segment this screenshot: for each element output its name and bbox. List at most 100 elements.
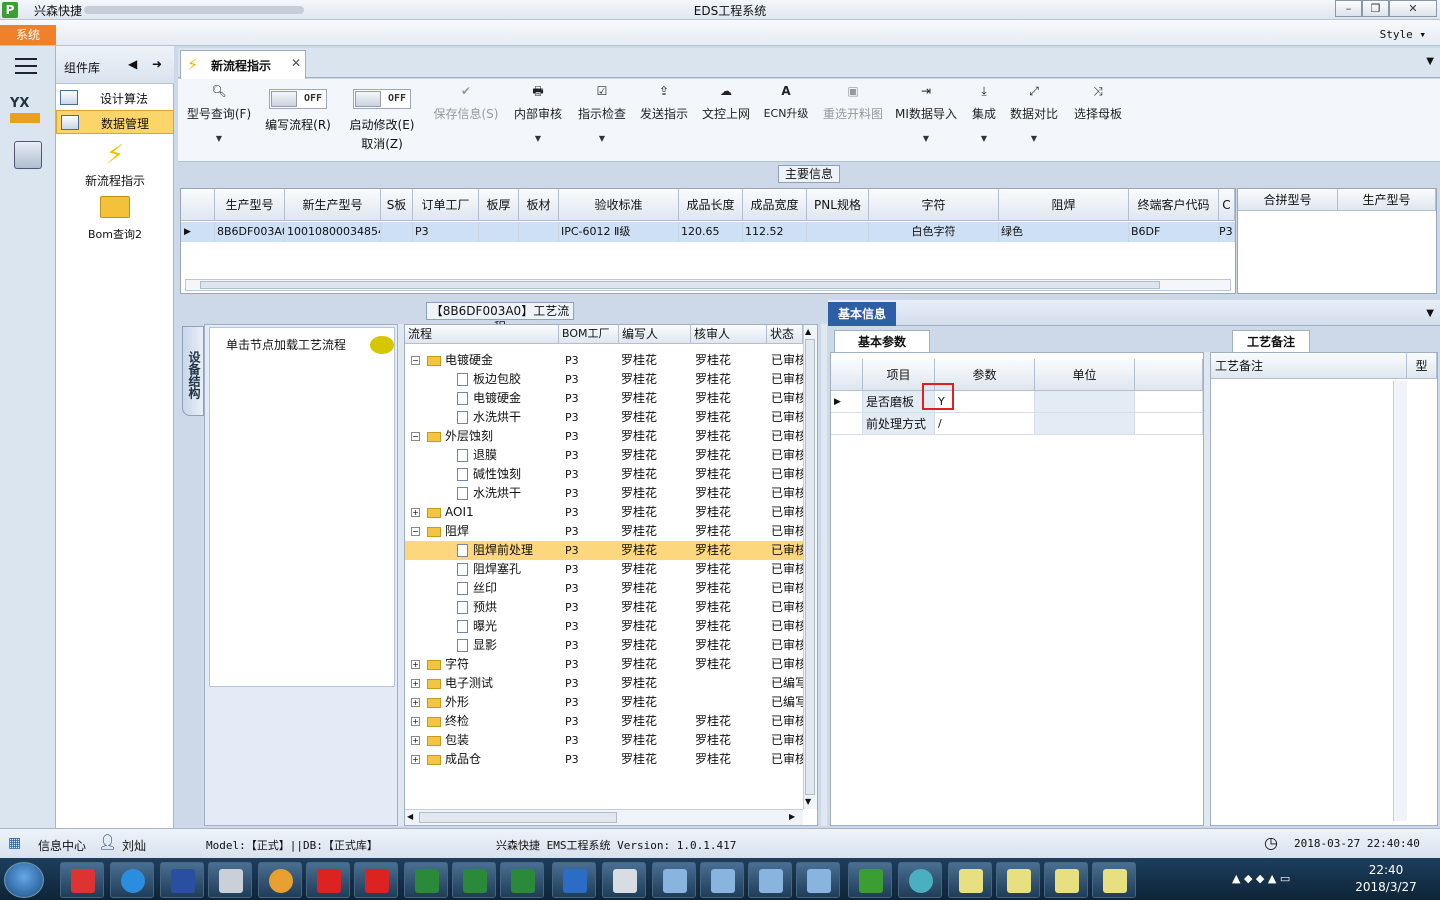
tree-row[interactable]: 碱性蚀刻 P3 罗桂花 罗桂花 已审核 [405, 465, 803, 484]
tree-row[interactable]: + 成品仓 P3 罗桂花 罗桂花 已审核 [405, 750, 803, 769]
column-header[interactable]: C [1219, 189, 1235, 221]
tree-row[interactable]: 退膜 P3 罗桂花 罗桂花 已审核 [405, 446, 803, 465]
taskbar-eds-icon[interactable] [848, 862, 892, 898]
tree-node-name[interactable]: 电子测试 [427, 674, 493, 693]
scroll-left-icon[interactable]: ◀ [407, 812, 413, 821]
grid-cell[interactable] [381, 222, 413, 242]
row-selector[interactable] [831, 413, 863, 435]
tree-node-name[interactable]: 终检 [427, 712, 469, 731]
factory-icon[interactable]: YX [10, 96, 44, 126]
tree-node-name[interactable]: 预烘 [457, 598, 497, 617]
note-column-header[interactable]: 工艺备注 [1211, 353, 1407, 379]
grid-cell[interactable]: IPC-6012 Ⅱ级 [559, 222, 679, 242]
windows-grid-icon[interactable]: ▦ [8, 835, 21, 851]
taskbar-excel-icon[interactable] [404, 862, 448, 898]
param-unit-cell[interactable] [1035, 391, 1135, 413]
tree-row[interactable]: − 电镀硬金 P3 罗桂花 罗桂花 已审核 [405, 351, 803, 370]
taskbar-f-app-icon[interactable] [552, 862, 596, 898]
integrate-button[interactable]: ⤓ 集成 ▼ [966, 83, 1002, 143]
taskbar-pdf-icon[interactable] [354, 862, 398, 898]
panel-dropdown-icon[interactable]: ▼ [1426, 308, 1434, 319]
tree-node-name[interactable]: 阻焊塞孔 [457, 560, 521, 579]
tree-node-name[interactable]: 外层蚀刻 [427, 427, 493, 446]
tree-row[interactable]: 显影 P3 罗桂花 罗桂花 已审核 [405, 636, 803, 655]
collapse-node-icon[interactable]: − [411, 527, 420, 536]
info-center-link[interactable]: 信息中心 [38, 837, 86, 854]
doc-upload-button[interactable]: ☁ 文控上网 [698, 83, 754, 122]
grid-cell[interactable]: P3 [413, 222, 479, 242]
cancel-label[interactable]: 取消(Z) [344, 135, 420, 152]
expand-node-icon[interactable]: + [411, 717, 420, 726]
tree-row[interactable]: + 字符 P3 罗桂花 罗桂花 已审核 [405, 655, 803, 674]
row-pointer-icon[interactable]: ▶ [831, 391, 863, 413]
chevron-down-icon[interactable]: ▼ [574, 134, 630, 143]
expand-node-icon[interactable]: + [411, 736, 420, 745]
select-mother-button[interactable]: ⤨ 选择母板 [1070, 83, 1126, 122]
tree-row[interactable]: + 外形 P3 罗桂花 已编写 [405, 693, 803, 712]
expand-node-icon[interactable]: + [411, 679, 420, 688]
save-info-button[interactable]: ✔ 保存信息(S) [430, 83, 502, 122]
taskbar-excel-x-icon[interactable] [1092, 862, 1136, 898]
tree-row[interactable]: 阻焊塞孔 P3 罗桂花 罗桂花 已审核 [405, 560, 803, 579]
tree-node-name[interactable]: 电镀硬金 [457, 389, 521, 408]
scroll-up-icon[interactable]: ▲ [805, 327, 811, 336]
tree-row[interactable]: 预烘 P3 罗桂花 罗桂花 已审核 [405, 598, 803, 617]
column-header[interactable]: PNL规格 [807, 189, 869, 221]
expand-node-icon[interactable]: + [411, 660, 420, 669]
collapse-node-icon[interactable]: − [411, 356, 420, 365]
grid-cell[interactable]: P3 [1219, 222, 1235, 242]
tree-row[interactable]: 水洗烘干 P3 罗桂花 罗桂花 已审核 [405, 484, 803, 503]
tree-node-name[interactable]: AOI1 [427, 503, 474, 522]
chevron-down-icon[interactable]: ▼ [510, 134, 566, 143]
tree-column-header[interactable]: 编写人 [619, 325, 691, 344]
param-unit-cell[interactable] [1035, 413, 1135, 435]
chevron-down-icon[interactable]: ▼ [966, 134, 1002, 143]
send-indicate-button[interactable]: ⇪ 发送指示 [636, 83, 692, 122]
collapse-node-icon[interactable]: − [411, 432, 420, 441]
chevron-down-icon[interactable]: ▼ [184, 134, 254, 143]
tree-column-header[interactable]: 核审人 [691, 325, 767, 344]
close-button[interactable]: ✕ [1389, 0, 1437, 17]
taskbar-clock[interactable]: 22:40 2018/3/27 [1346, 862, 1426, 896]
column-header[interactable]: 成品长度 [679, 189, 743, 221]
component-bom-query2[interactable]: Bom查询2 [56, 196, 174, 242]
grid-cell[interactable] [519, 222, 559, 242]
taskbar-scanner-icon[interactable] [208, 862, 252, 898]
chevron-down-icon[interactable]: ▼ [894, 134, 958, 143]
start-modify-toggle[interactable]: OFF [353, 89, 411, 109]
tree-node-name[interactable]: 成品仓 [427, 750, 481, 769]
tree-row[interactable]: + 电子测试 P3 罗桂花 已编写 [405, 674, 803, 693]
taskbar-window-icon[interactable] [748, 862, 792, 898]
maximize-button[interactable]: ❐ [1362, 0, 1389, 17]
taskbar-shell-icon[interactable] [258, 862, 302, 898]
column-header[interactable]: 验收标准 [559, 189, 679, 221]
internal-review-button[interactable]: 🖶 内部审核 ▼ [510, 83, 566, 143]
grid-cell[interactable]: 120.65 [679, 222, 743, 242]
scroll-down-icon[interactable]: ▼ [805, 797, 811, 806]
column-header[interactable]: 成品宽度 [743, 189, 807, 221]
tab-process-notes[interactable]: 工艺备注 [1232, 330, 1310, 352]
component-item-data-management[interactable]: 数据管理 [56, 110, 174, 134]
column-header[interactable]: 订单工厂 [413, 189, 479, 221]
tab-base-params[interactable]: 基本参数 [834, 330, 930, 352]
tree-row[interactable]: + 终检 P3 罗桂花 罗桂花 已审核 [405, 712, 803, 731]
tab-base-info[interactable]: 基本信息 [828, 302, 896, 326]
tree-row[interactable]: − 外层蚀刻 P3 罗桂花 罗桂花 已审核 [405, 427, 803, 446]
collapse-left-icon[interactable]: ◀ [128, 57, 137, 71]
tree-node-name[interactable]: 曝光 [457, 617, 497, 636]
minimize-button[interactable]: – [1335, 0, 1362, 17]
tree-node-name[interactable]: 阻焊前处理 [457, 541, 533, 560]
expand-node-icon[interactable]: + [411, 755, 420, 764]
column-header[interactable]: 新生产型号 [285, 189, 381, 221]
tree-node-name[interactable]: 退膜 [457, 446, 497, 465]
style-dropdown[interactable]: Style ▾ [1380, 28, 1426, 41]
ecn-upgrade-button[interactable]: A ECN升级 [760, 83, 812, 121]
taskbar-save-icon[interactable] [160, 862, 204, 898]
expand-node-icon[interactable]: + [411, 698, 420, 707]
taskbar-window-icon[interactable] [796, 862, 840, 898]
note-column-header[interactable]: 型 [1407, 353, 1437, 379]
calculator-icon[interactable] [14, 141, 42, 169]
chevron-down-icon[interactable]: ▼ [1008, 134, 1060, 143]
column-header[interactable]: 板材 [519, 189, 559, 221]
expand-node-icon[interactable]: + [411, 508, 420, 517]
